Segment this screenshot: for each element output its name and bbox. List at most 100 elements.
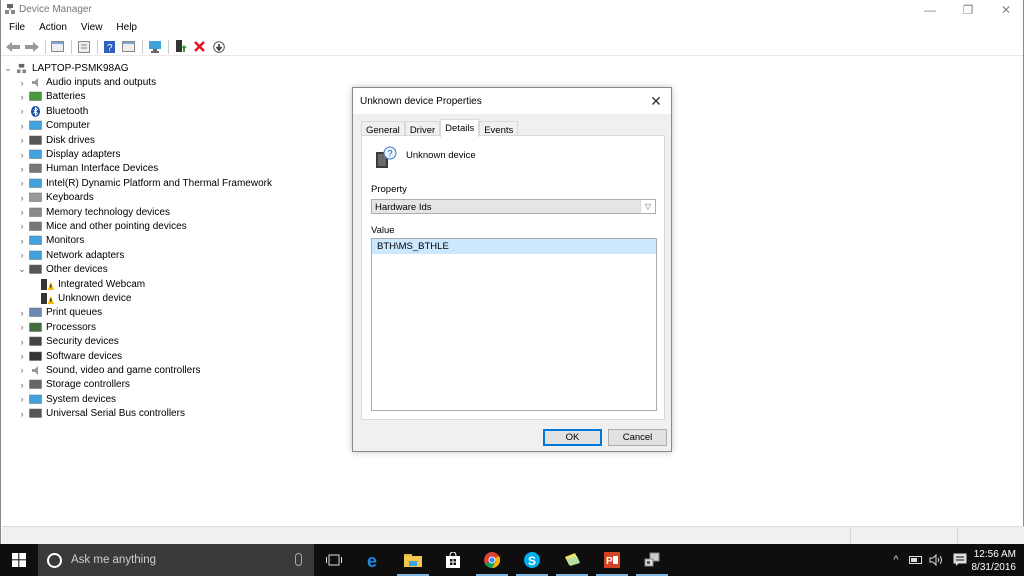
- menu-help[interactable]: Help: [108, 20, 143, 36]
- disable-device-button[interactable]: [210, 39, 227, 55]
- store-button[interactable]: [434, 544, 472, 576]
- chevron-right-icon[interactable]: ›: [17, 380, 27, 390]
- tree-category[interactable]: › Memory technology devices: [3, 205, 343, 219]
- action-pane-button[interactable]: [120, 39, 137, 55]
- tree-category[interactable]: › Intel(R) Dynamic Platform and Thermal F…: [3, 176, 343, 190]
- chevron-right-icon[interactable]: ›: [17, 250, 27, 260]
- chevron-right-icon[interactable]: ›: [17, 221, 27, 231]
- chevron-right-icon[interactable]: ›: [17, 193, 27, 203]
- tab-details[interactable]: Details: [440, 119, 480, 137]
- start-button[interactable]: [0, 544, 38, 576]
- search-box[interactable]: Ask me anything: [38, 544, 314, 576]
- chevron-right-icon[interactable]: ›: [17, 78, 27, 88]
- chevron-right-icon[interactable]: ›: [17, 121, 27, 131]
- tree-category[interactable]: › Monitors: [3, 234, 343, 248]
- menu-action[interactable]: Action: [31, 20, 73, 36]
- forward-button[interactable]: [23, 39, 40, 55]
- tree-category[interactable]: › Keyboards: [3, 191, 343, 205]
- tree-category[interactable]: › Print queues: [3, 306, 343, 320]
- chevron-right-icon[interactable]: ›: [17, 236, 27, 246]
- tree-category[interactable]: › Display adapters: [3, 147, 343, 161]
- chevron-right-icon[interactable]: ›: [17, 164, 27, 174]
- chevron-right-icon[interactable]: ›: [17, 135, 27, 145]
- close-button[interactable]: ✕: [987, 0, 1024, 20]
- chevron-down-icon[interactable]: ⌄: [17, 264, 27, 275]
- tree-category[interactable]: › Audio inputs and outputs: [3, 75, 343, 89]
- uninstall-button[interactable]: [191, 39, 208, 55]
- tab-general[interactable]: General: [361, 121, 405, 136]
- microphone-icon[interactable]: [295, 553, 302, 566]
- minimize-button[interactable]: —: [911, 0, 949, 20]
- tree-category[interactable]: › Mice and other pointing devices: [3, 219, 343, 233]
- chevron-right-icon[interactable]: ›: [17, 409, 27, 419]
- cancel-button[interactable]: Cancel: [608, 429, 667, 446]
- toolbar-separator: [168, 39, 169, 54]
- update-driver-button[interactable]: [172, 39, 189, 55]
- tree-item-label: Keyboards: [46, 192, 94, 204]
- restore-button[interactable]: ❐: [949, 0, 987, 20]
- file-explorer-button[interactable]: [394, 544, 432, 576]
- menu-view[interactable]: View: [73, 20, 109, 36]
- tree-category[interactable]: › Network adapters: [3, 248, 343, 262]
- dialog-close-button[interactable]: ✕: [647, 92, 665, 110]
- tree-root[interactable]: ⌄ LAPTOP-PSMK98AG: [3, 61, 343, 75]
- show-hidden-icons-chevron-icon[interactable]: ^: [888, 554, 904, 566]
- tree-category[interactable]: › Batteries: [3, 90, 343, 104]
- tree-category[interactable]: › Software devices: [3, 349, 343, 363]
- chevron-right-icon[interactable]: ›: [17, 394, 27, 404]
- chevron-right-icon[interactable]: ›: [17, 322, 27, 332]
- chevron-down-icon[interactable]: ▽: [640, 200, 655, 213]
- show-hide-console-tree-button[interactable]: [49, 39, 66, 55]
- tree-category[interactable]: › Security devices: [3, 334, 343, 348]
- chevron-right-icon[interactable]: ›: [17, 337, 27, 347]
- store-icon: [446, 552, 460, 568]
- tree-category[interactable]: › Processors: [3, 320, 343, 334]
- chevron-right-icon[interactable]: ›: [17, 150, 27, 160]
- clock[interactable]: 12:56 AM 8/31/2016: [972, 548, 1017, 574]
- chevron-right-icon[interactable]: ›: [17, 92, 27, 102]
- tab-events[interactable]: Events: [479, 121, 519, 136]
- search-placeholder: Ask me anything: [71, 554, 157, 566]
- chevron-right-icon[interactable]: ›: [17, 351, 27, 361]
- property-dropdown[interactable]: Hardware Ids ▽: [371, 199, 656, 214]
- tree-category[interactable]: ⌄ Other devices: [3, 262, 343, 276]
- edge-button[interactable]: e: [355, 544, 393, 576]
- scan-hardware-button[interactable]: [146, 39, 163, 55]
- chrome-button[interactable]: [473, 544, 511, 576]
- skype-button[interactable]: S: [513, 544, 551, 576]
- chevron-right-icon[interactable]: ›: [17, 308, 27, 318]
- tree-category[interactable]: › Human Interface Devices: [3, 162, 343, 176]
- battery-icon[interactable]: [909, 556, 923, 564]
- back-button[interactable]: [4, 39, 21, 55]
- printer-icon: [29, 308, 42, 318]
- chevron-right-icon[interactable]: ›: [17, 178, 27, 188]
- properties-button[interactable]: [75, 39, 92, 55]
- chevron-right-icon[interactable]: ›: [17, 106, 27, 116]
- menu-file[interactable]: File: [1, 20, 31, 36]
- action-pane-icon: [122, 41, 135, 52]
- action-center-icon[interactable]: [953, 553, 967, 567]
- chevron-down-icon[interactable]: ⌄: [3, 63, 13, 74]
- powerpoint-icon: P: [604, 552, 620, 568]
- tab-driver[interactable]: Driver: [404, 121, 441, 136]
- tree-category[interactable]: › Computer: [3, 119, 343, 133]
- tree-child-item[interactable]: Integrated Webcam: [3, 277, 343, 291]
- tree-category[interactable]: › System devices: [3, 392, 343, 406]
- tree-category[interactable]: › Disk drives: [3, 133, 343, 147]
- tree-category[interactable]: › Universal Serial Bus controllers: [3, 406, 343, 420]
- task-view-button[interactable]: [315, 544, 353, 576]
- chevron-right-icon[interactable]: ›: [17, 207, 27, 217]
- value-list[interactable]: BTH\MS_BTHLE: [371, 238, 657, 411]
- tree-child-item[interactable]: Unknown device: [3, 291, 343, 305]
- sticky-notes-button[interactable]: [553, 544, 591, 576]
- powerpoint-button[interactable]: P: [593, 544, 631, 576]
- value-item[interactable]: BTH\MS_BTHLE: [372, 239, 656, 254]
- ok-button[interactable]: OK: [543, 429, 602, 446]
- help-button[interactable]: ?: [101, 39, 118, 55]
- device-manager-taskbar-button[interactable]: [633, 544, 671, 576]
- chevron-right-icon[interactable]: ›: [17, 365, 27, 375]
- tree-category[interactable]: › Sound, video and game controllers: [3, 363, 343, 377]
- tree-category[interactable]: › Bluetooth: [3, 104, 343, 118]
- tree-category[interactable]: › Storage controllers: [3, 378, 343, 392]
- volume-icon[interactable]: [929, 554, 943, 566]
